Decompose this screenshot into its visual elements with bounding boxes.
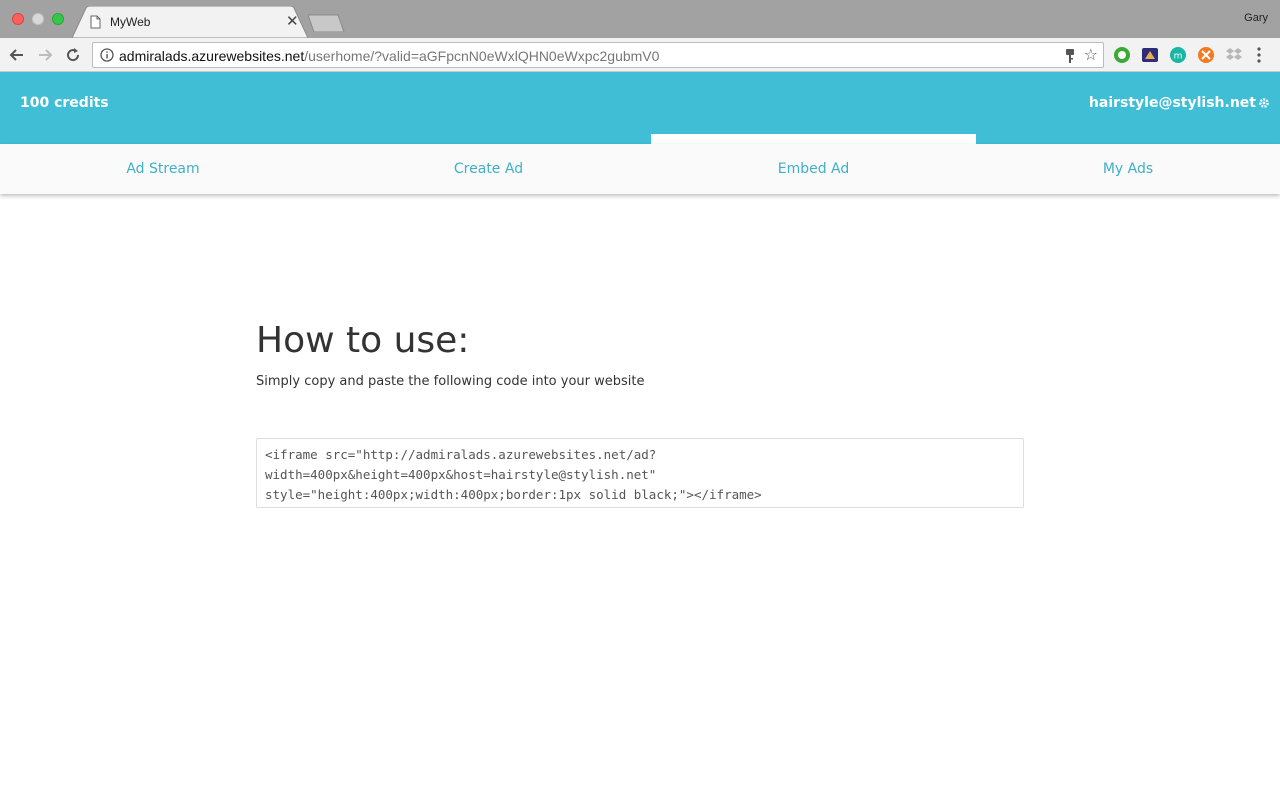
code-line: <iframe src="http://admiralads.azurewebs… — [265, 447, 657, 462]
browser-titlebar: MyWeb ✕ Gary — [0, 0, 1280, 38]
page-title: How to use: — [256, 320, 470, 361]
page-icon — [90, 15, 101, 29]
address-bar[interactable]: admiralads.azurewebsites.net/userhome/?v… — [92, 42, 1104, 68]
main-nav: Ad Stream Create Ad Embed Ad My Ads — [0, 144, 1280, 194]
credits-count: 100 credits — [20, 95, 109, 111]
embed-code-box[interactable]: <iframe src="http://admiralads.azurewebs… — [256, 438, 1024, 508]
tab-my-ads[interactable]: My Ads — [976, 144, 1280, 194]
browser-menu-icon[interactable] — [1255, 46, 1263, 64]
url-path: /userhome/?valid=aGFpcnN0eWxlQHN0eWxpc2g… — [304, 48, 660, 64]
extension-orange-icon[interactable] — [1197, 46, 1215, 64]
forward-arrow-icon[interactable] — [36, 46, 54, 64]
extension-purple-icon[interactable] — [1141, 46, 1159, 64]
url-host: admiralads.azurewebsites.net — [119, 48, 305, 64]
new-tab-button[interactable] — [308, 14, 348, 32]
tab-ad-stream[interactable]: Ad Stream — [0, 144, 326, 194]
code-line: style="height:400px;width:400px;border:1… — [265, 487, 762, 502]
url-text[interactable]: admiralads.azurewebsites.net/userhome/?v… — [119, 48, 659, 64]
minimize-window-button[interactable] — [32, 13, 44, 25]
info-icon[interactable] — [100, 48, 114, 62]
reload-icon[interactable] — [64, 46, 82, 64]
extension-teal-icon[interactable]: m — [1169, 46, 1187, 64]
close-tab-icon[interactable]: ✕ — [286, 13, 299, 29]
user-email[interactable]: hairstyle@stylish.net — [1089, 95, 1256, 111]
dropbox-icon[interactable] — [1225, 46, 1243, 64]
tab-create-ad[interactable]: Create Ad — [326, 144, 651, 194]
back-arrow-icon[interactable] — [8, 46, 26, 64]
instructions-text: Simply copy and paste the following code… — [256, 374, 645, 389]
browser-toolbar: admiralads.azurewebsites.net/userhome/?v… — [0, 38, 1280, 72]
app-header: 100 credits hairstyle@stylish.net — [0, 72, 1280, 144]
profile-name[interactable]: Gary — [1244, 12, 1268, 24]
bookmark-star-icon[interactable]: ☆ — [1084, 46, 1098, 64]
svg-text:m: m — [1174, 52, 1183, 62]
tab-embed-ad[interactable]: Embed Ad — [651, 144, 976, 194]
extension-green-icon[interactable] — [1113, 46, 1131, 64]
gear-icon[interactable] — [1258, 97, 1270, 109]
maximize-window-button[interactable] — [52, 13, 64, 25]
active-tab-indicator — [651, 134, 976, 144]
close-window-button[interactable] — [12, 13, 24, 25]
code-line: width=400px&height=400px&host=hairstyle@… — [265, 467, 657, 482]
tab-title: MyWeb — [110, 15, 151, 29]
key-icon[interactable] — [1065, 48, 1075, 64]
browser-tab-active[interactable]: MyWeb ✕ — [72, 6, 308, 38]
